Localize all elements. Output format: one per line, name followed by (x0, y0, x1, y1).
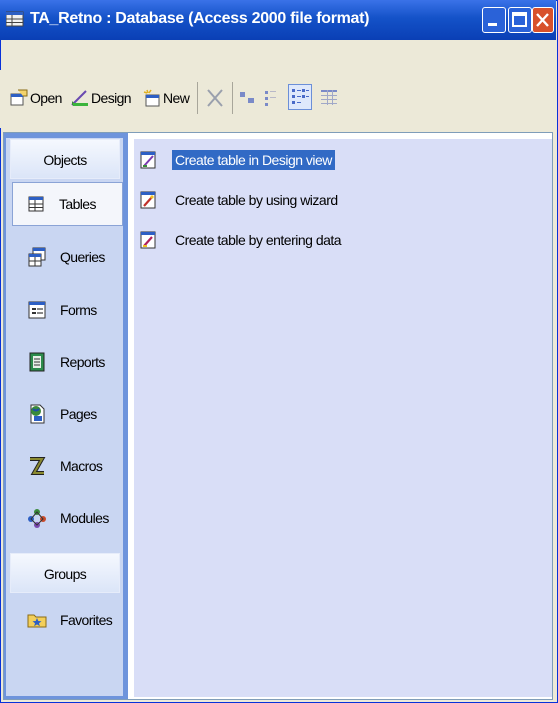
list-item-label: Create table in Design view (172, 150, 335, 170)
close-button[interactable] (532, 7, 554, 33)
minimize-button[interactable] (482, 7, 506, 33)
toolbar-separator (232, 82, 233, 114)
new-icon (143, 89, 160, 107)
toolbar-separator (197, 82, 198, 114)
macro-icon (30, 457, 46, 475)
delete-icon[interactable] (204, 86, 226, 110)
list-item-label: Create table by using wizard (175, 192, 338, 208)
wizard-icon (140, 191, 156, 209)
object-label: Macros (60, 458, 103, 474)
objects-header[interactable]: Objects (10, 139, 120, 179)
query-icon (28, 247, 46, 267)
new-label: New (163, 90, 190, 106)
object-queries[interactable]: Queries (14, 235, 124, 279)
report-icon (29, 352, 45, 372)
object-label: Forms (60, 302, 97, 318)
list-item-wizard[interactable]: Create table by using wizard (140, 188, 341, 212)
details-view-icon[interactable] (318, 86, 340, 110)
large-icons-view-icon[interactable] (238, 86, 258, 110)
title-bar[interactable]: TA_Retno : Database (Access 2000 file fo… (0, 0, 556, 40)
design-view-icon (140, 151, 156, 169)
table-icon (28, 196, 44, 212)
object-label: Modules (60, 510, 109, 526)
design-icon (71, 90, 88, 106)
maximize-button[interactable] (508, 7, 532, 33)
object-macros[interactable]: Macros (14, 444, 124, 488)
object-pages[interactable]: Pages (14, 392, 124, 436)
list-item-entering-data[interactable]: Create table by entering data (140, 228, 344, 252)
form-icon (28, 301, 46, 319)
small-icons-view-icon[interactable] (262, 86, 282, 110)
object-label: Queries (60, 249, 105, 265)
list-view-icon[interactable] (288, 84, 312, 110)
database-window-icon (6, 11, 24, 27)
maximize-icon (512, 12, 527, 27)
object-reports[interactable]: Reports (14, 340, 124, 384)
favorites-folder-icon (27, 614, 47, 628)
open-button[interactable]: Open (9, 84, 62, 112)
module-icon (28, 509, 46, 528)
object-list (134, 139, 552, 697)
object-label: Reports (60, 354, 105, 370)
object-label: Pages (60, 406, 97, 422)
open-label: Open (30, 90, 62, 106)
close-icon (536, 13, 549, 27)
groups-header[interactable]: Groups (10, 553, 120, 593)
group-favorites[interactable]: Favorites (14, 598, 124, 642)
open-icon (10, 89, 28, 106)
design-label: Design (91, 90, 132, 106)
object-modules[interactable]: Modules (14, 496, 124, 540)
list-item-label: Create table by entering data (175, 232, 342, 248)
object-tables[interactable]: Tables (12, 182, 123, 226)
object-forms[interactable]: Forms (14, 288, 124, 332)
window-title: TA_Retno : Database (Access 2000 file fo… (30, 10, 370, 27)
page-icon (30, 404, 45, 424)
list-item-design-view[interactable]: Create table in Design view (140, 148, 335, 172)
datasheet-icon (140, 231, 156, 249)
new-button[interactable]: New (142, 84, 190, 112)
group-label: Favorites (60, 612, 113, 628)
minimize-icon (488, 23, 497, 26)
object-label: Tables (59, 196, 96, 212)
design-button[interactable]: Design (70, 84, 132, 112)
